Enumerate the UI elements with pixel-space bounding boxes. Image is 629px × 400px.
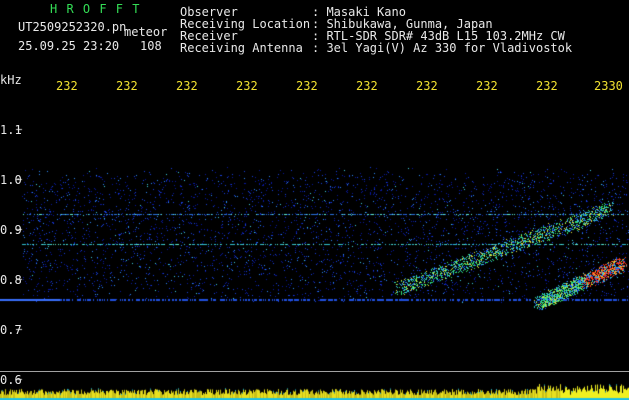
datetime-label: 25.09.25 23:20 [18, 39, 120, 53]
y-tick-label: 0.9 [0, 223, 22, 237]
event-label: meteor [124, 25, 168, 39]
antenna-label: Receiving Antenna [180, 41, 303, 55]
baseline-divider [0, 371, 629, 372]
antenna-value: : 3el Yagi(V) Az 330 for Vladivostok [312, 41, 573, 55]
time-tick: 232 [236, 79, 258, 93]
y-tick-label: 0.7 [0, 323, 22, 337]
time-tick: 232 [476, 79, 498, 93]
time-tick: 2330 [594, 79, 623, 93]
axis-unit-label: kHz [0, 73, 22, 87]
time-tick: 232 [56, 79, 78, 93]
time-tick: 232 [296, 79, 318, 93]
time-tick: 232 [536, 79, 558, 93]
y-tick-label: 0.6 [0, 373, 22, 387]
time-tick: 232 [116, 79, 138, 93]
time-tick: 232 [176, 79, 198, 93]
spectrogram [0, 0, 629, 400]
time-tick: 232 [416, 79, 438, 93]
y-tick-label: 0.8 [0, 273, 22, 287]
time-tick: 232 [356, 79, 378, 93]
y-tick-label: 1.0 [0, 173, 22, 187]
image-filename: UT2509252320.pn [18, 20, 127, 34]
y-tick-label: 1.1 [0, 123, 22, 137]
hrofft-window: H R O F F T UT2509252320.pn meteor 25.09… [0, 0, 629, 400]
program-title: H R O F F T [50, 2, 141, 16]
meteor-count: 108 [140, 39, 162, 53]
